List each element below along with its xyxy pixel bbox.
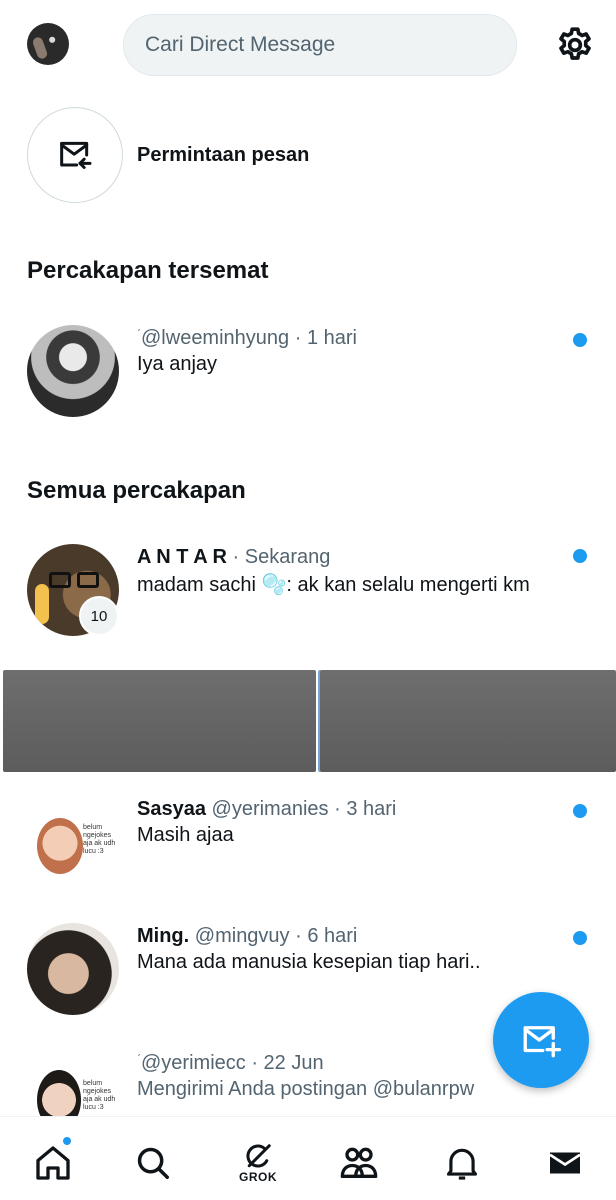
search-icon bbox=[137, 1147, 169, 1179]
pinned-conversation-row[interactable]: ˊ@lweeminhyung · 1 hari Iya anjay bbox=[27, 325, 592, 417]
settings-gear-icon[interactable] bbox=[555, 25, 595, 65]
redaction-bar bbox=[0, 668, 616, 776]
nav-communities[interactable] bbox=[337, 1141, 381, 1185]
conversation-row[interactable]: 10 A N T A R · Sekarang madam sachi 🫧: a… bbox=[27, 544, 592, 636]
home-icon bbox=[36, 1146, 70, 1180]
home-notification-dot bbox=[61, 1135, 73, 1147]
conversation-meta: ˊ@lweeminhyung · 1 hari bbox=[137, 327, 357, 349]
redaction-block bbox=[320, 670, 616, 772]
message-preview: Mengirimi Anda postingan @bulanrpw bbox=[137, 1078, 475, 1100]
message-preview: Masih ajaa bbox=[137, 824, 234, 846]
timestamp: Sekarang bbox=[244, 546, 331, 568]
conversation-row[interactable]: belum ngejokes aja ak udh lucu :3 Sasyaa @y… bbox=[27, 796, 592, 888]
all-section-title: Semua percakapan bbox=[27, 477, 246, 504]
envelope-arrow-icon bbox=[60, 141, 92, 169]
conversation-meta: Ming. @mingvuy · 6 hari bbox=[137, 925, 358, 947]
redaction-block bbox=[3, 670, 316, 772]
communities-icon bbox=[340, 1147, 378, 1178]
avatar bbox=[27, 923, 119, 1015]
search-placeholder: Cari Direct Message bbox=[145, 33, 336, 56]
avatar bbox=[27, 325, 119, 417]
unread-indicator bbox=[573, 931, 587, 945]
message-requests-label: Permintaan pesan bbox=[137, 143, 310, 166]
message-requests-row[interactable]: Permintaan pesan bbox=[27, 107, 587, 203]
display-name: Ming. bbox=[137, 925, 190, 947]
grok-icon bbox=[246, 1144, 271, 1168]
message-preview: Mana ada manusia kesepian tiap hari.. bbox=[137, 951, 481, 973]
envelope-icon bbox=[549, 1152, 581, 1174]
nav-grok[interactable]: GROK bbox=[236, 1141, 280, 1185]
timestamp: 6 hari bbox=[307, 925, 358, 947]
handle: @mingvuy bbox=[194, 925, 290, 947]
unread-indicator bbox=[573, 804, 587, 818]
conversation-meta: ˊ@yerimiecc · 22 Jun bbox=[137, 1052, 324, 1074]
avatar: belum ngejokes aja ak udh lucu :3 bbox=[27, 796, 119, 888]
handle: @yerimiecc bbox=[141, 1052, 246, 1074]
handle: @yerimanies bbox=[211, 798, 329, 820]
timestamp: 3 hari bbox=[346, 798, 397, 820]
handle: @lweeminhyung bbox=[141, 327, 290, 349]
pinned-section-title: Percakapan tersemat bbox=[27, 257, 269, 284]
top-bar: Cari Direct Message bbox=[0, 0, 616, 92]
new-message-button[interactable] bbox=[493, 992, 589, 1088]
group-count-badge: 10 bbox=[79, 596, 119, 636]
timestamp: 1 hari bbox=[306, 327, 357, 349]
dm-search-input[interactable]: Cari Direct Message bbox=[123, 14, 517, 76]
conversation-row[interactable]: Ming. @mingvuy · 6 hari Mana ada manusia… bbox=[27, 923, 592, 1015]
display-name: A N T A R bbox=[137, 546, 227, 568]
nav-notifications[interactable] bbox=[440, 1141, 484, 1185]
message-preview: madam sachi 🫧: ak kan selalu mengerti km bbox=[137, 574, 530, 596]
new-message-envelope-plus-icon bbox=[523, 1026, 562, 1058]
display-name: Sasyaa bbox=[137, 798, 206, 820]
unread-indicator bbox=[573, 549, 587, 563]
timestamp: 22 Jun bbox=[263, 1052, 324, 1074]
nav-search[interactable] bbox=[131, 1141, 175, 1185]
unread-indicator bbox=[573, 333, 587, 347]
nav-home[interactable] bbox=[31, 1135, 75, 1185]
bell-icon bbox=[446, 1148, 478, 1180]
message-preview: Iya anjay bbox=[137, 353, 218, 375]
conversation-meta: A N T A R · Sekarang bbox=[137, 546, 331, 568]
nav-messages[interactable] bbox=[543, 1141, 587, 1185]
profile-avatar[interactable] bbox=[27, 23, 69, 65]
conversation-meta: Sasyaa @yerimanies · 3 hari bbox=[137, 798, 397, 820]
bottom-nav: GROK bbox=[0, 1116, 616, 1200]
message-requests-circle bbox=[27, 107, 123, 203]
grok-label: GROK bbox=[239, 1170, 277, 1184]
